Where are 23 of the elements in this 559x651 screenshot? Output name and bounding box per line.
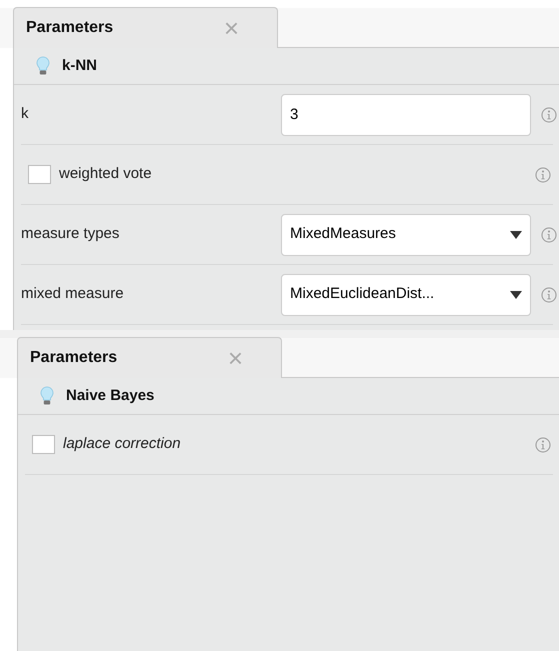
info-icon[interactable] xyxy=(541,226,557,242)
dropdown[interactable]: MixedMeasures xyxy=(281,214,531,256)
info-icon[interactable] xyxy=(541,106,557,122)
parameter-label: k xyxy=(21,104,30,124)
parameter-label: measure types xyxy=(21,224,120,244)
dropdown[interactable]: MixedEuclideanDist... xyxy=(281,274,531,316)
number-field[interactable]: 3 xyxy=(281,94,531,136)
operator-name: k-NN xyxy=(62,56,98,76)
caret-icon xyxy=(510,290,522,298)
lightbulb-icon xyxy=(36,56,50,76)
checkbox[interactable] xyxy=(32,435,55,454)
info-icon[interactable] xyxy=(535,436,551,452)
info-icon[interactable] xyxy=(541,286,557,302)
lightbulb-icon xyxy=(40,386,54,406)
parameter-label: mixed measure xyxy=(21,284,125,304)
parameter-label: laplace correction xyxy=(63,434,181,454)
operator-name: Naive Bayes xyxy=(66,386,154,406)
tab-title[interactable]: Parameters xyxy=(26,16,114,40)
caret-icon xyxy=(510,230,522,238)
checkbox[interactable] xyxy=(28,165,51,184)
tab-title[interactable]: Parameters xyxy=(30,346,118,370)
parameter-label: weighted vote xyxy=(59,164,152,184)
info-icon[interactable] xyxy=(535,166,551,182)
